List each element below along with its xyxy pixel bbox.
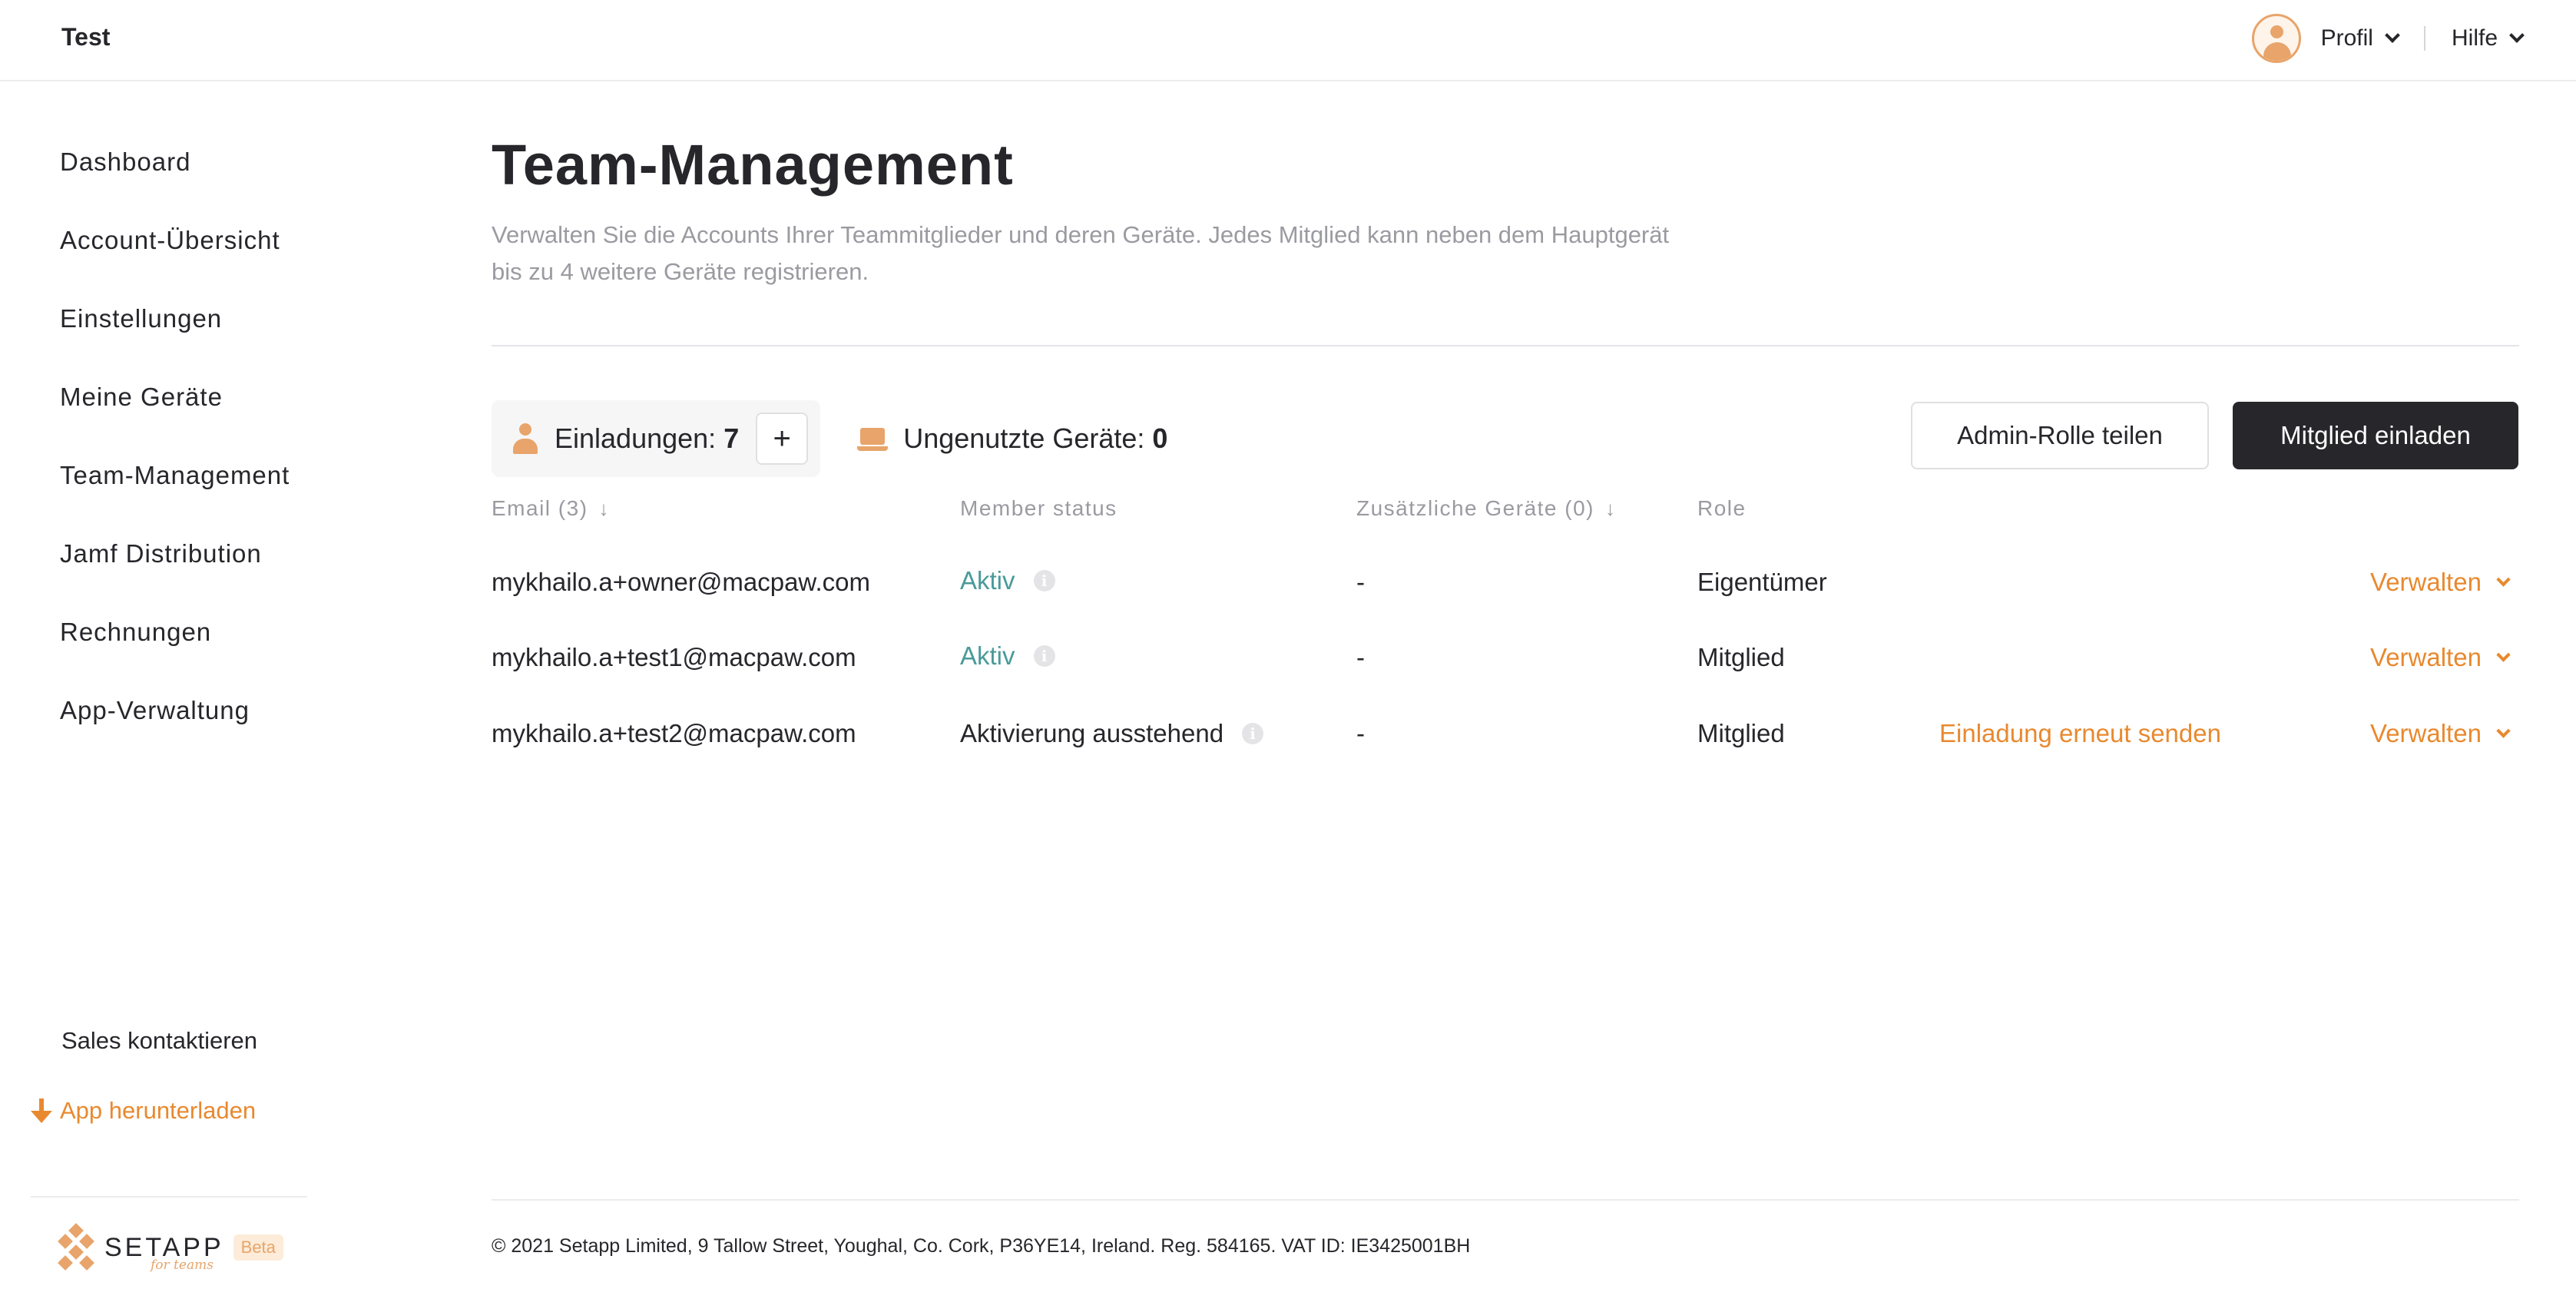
sidebar-item-team-management[interactable]: Team-Management [60, 461, 290, 490]
manage-label: Verwalten [2370, 719, 2482, 747]
beta-badge: Beta [233, 1234, 283, 1261]
manage-label: Verwalten [2370, 568, 2482, 596]
sort-arrow-icon: ↓ [598, 496, 611, 520]
invitations-label: Einladungen: [555, 422, 717, 454]
help-menu[interactable]: Hilfe [2451, 25, 2525, 51]
team-name: Test [61, 23, 111, 51]
share-admin-role-button[interactable]: Admin-Rolle teilen [1911, 402, 2209, 469]
manage-dropdown[interactable]: Verwalten [2370, 714, 2511, 753]
manage-dropdown[interactable]: Verwalten [2370, 638, 2511, 677]
column-header-devices-label: Zusätzliche Geräte (0) [1356, 496, 1594, 520]
member-email: mykhailo.a+owner@macpaw.com [492, 568, 870, 596]
manage-label: Verwalten [2370, 643, 2482, 671]
logo-subtitle: for teams [151, 1258, 214, 1273]
column-header-role: Role [1697, 496, 1747, 521]
member-status: Aktiv i [960, 562, 1055, 600]
member-status: Aktivierung ausstehend i [960, 714, 1264, 753]
profile-menu[interactable]: Profil [2320, 25, 2400, 51]
sidebar-divider [31, 1196, 307, 1198]
sidebar-item-my-devices[interactable]: Meine Geräte [60, 383, 223, 412]
invitations-card: Einladungen: 7 + [492, 400, 821, 477]
header-divider [492, 345, 2519, 346]
profile-label: Profil [2320, 25, 2373, 51]
chevron-down-icon [2509, 28, 2525, 43]
sidebar-item-settings[interactable]: Einstellungen [60, 304, 222, 333]
footer-text: © 2021 Setapp Limited, 9 Tallow Street, … [492, 1235, 1471, 1257]
page-description: Verwalten Sie die Accounts Ihrer Teammit… [492, 221, 1670, 285]
chevron-down-icon [2496, 572, 2511, 587]
download-arrow-icon [31, 1097, 52, 1125]
unused-devices-count: 0 [1152, 422, 1168, 454]
column-header-status-label: Member status [960, 496, 1117, 520]
header-separator [2423, 26, 2425, 51]
column-header-role-label: Role [1697, 496, 1747, 520]
member-role: Mitglied [1697, 719, 1785, 747]
unused-devices-label: Ungenutzte Geräte: [903, 422, 1145, 454]
chevron-down-icon [2496, 723, 2511, 738]
sort-arrow-icon: ↓ [1605, 496, 1617, 520]
column-header-email-label: Email (3) [492, 496, 588, 520]
avatar-icon[interactable] [2251, 14, 2301, 63]
member-devices: - [1356, 568, 1365, 596]
info-icon[interactable]: i [1242, 723, 1264, 744]
top-right-controls: Profil Hilfe [2251, 14, 2525, 63]
sidebar-item-invoices[interactable]: Rechnungen [60, 618, 211, 647]
column-header-devices[interactable]: Zusätzliche Geräte (0) ↓ [1356, 496, 1617, 521]
download-app-label: App herunterladen [60, 1097, 257, 1124]
sidebar-item-dashboard[interactable]: Dashboard [60, 147, 190, 177]
info-icon[interactable]: i [1033, 570, 1055, 591]
sidebar-item-jamf-distribution[interactable]: Jamf Distribution [60, 539, 262, 568]
invite-member-button[interactable]: Mitglied einladen [2233, 402, 2518, 469]
help-label: Hilfe [2451, 25, 2498, 51]
stats-bar: Einladungen: 7 + Ungenutzte Geräte: 0 [492, 400, 1167, 477]
person-icon [512, 422, 539, 456]
add-invitation-button[interactable]: + [756, 413, 809, 465]
column-header-email[interactable]: Email (3) ↓ [492, 496, 610, 521]
info-icon[interactable]: i [1033, 645, 1055, 667]
sidebar-item-app-management[interactable]: App-Verwaltung [60, 696, 250, 725]
manage-dropdown[interactable]: Verwalten [2370, 563, 2511, 601]
column-header-status: Member status [960, 496, 1117, 521]
invitations-count: 7 [723, 422, 740, 454]
footer-divider [492, 1199, 2519, 1201]
download-app-link[interactable]: App herunterladen [31, 1097, 256, 1125]
setapp-logo-icon [58, 1223, 94, 1271]
sidebar-item-account-overview[interactable]: Account-Übersicht [60, 226, 280, 255]
member-status-label: Aktivierung ausstehend [960, 719, 1224, 747]
chevron-down-icon [2385, 28, 2400, 43]
chevron-down-icon [2496, 647, 2511, 662]
member-role: Eigentümer [1697, 568, 1827, 596]
contact-sales-link[interactable]: Sales kontaktieren [61, 1027, 257, 1055]
member-status-label: Aktiv [960, 641, 1015, 670]
page-title: Team-Management [492, 133, 1014, 197]
member-devices: - [1356, 719, 1365, 747]
member-status-label: Aktiv [960, 566, 1015, 595]
laptop-icon [857, 425, 889, 452]
setapp-logo[interactable]: SETAPP for teams Beta [58, 1223, 283, 1273]
member-status: Aktiv i [960, 637, 1055, 675]
unused-devices: Ungenutzte Geräte: 0 [857, 422, 1167, 455]
member-email: mykhailo.a+test2@macpaw.com [492, 719, 856, 747]
resend-invitation-link[interactable]: Einladung erneut senden [1939, 714, 2221, 753]
top-bar: Test Profil Hilfe [0, 0, 2576, 81]
member-devices: - [1356, 643, 1365, 671]
member-email: mykhailo.a+test1@macpaw.com [492, 643, 856, 671]
member-role: Mitglied [1697, 643, 1785, 671]
